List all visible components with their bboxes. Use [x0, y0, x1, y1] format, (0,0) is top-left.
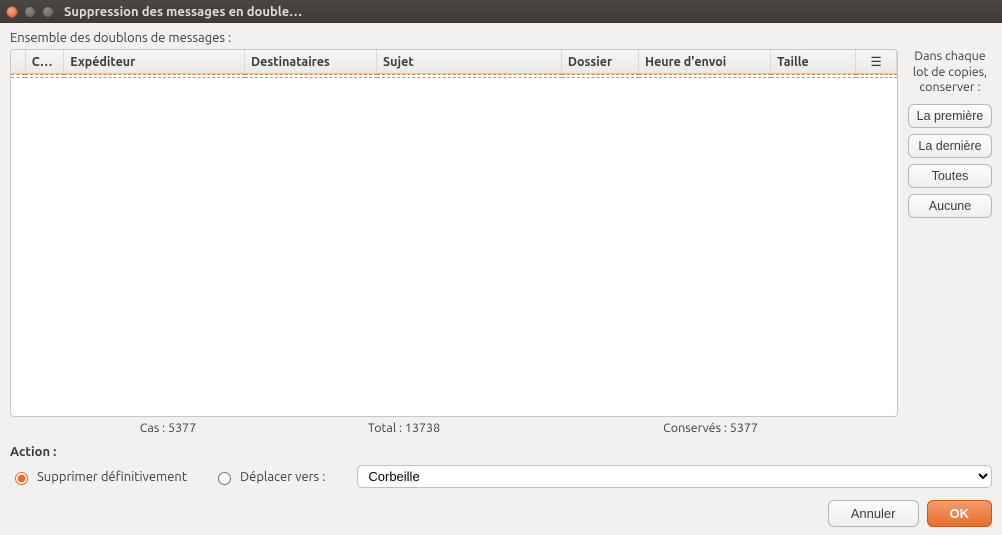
stats-conserves: Conservés : 5377 [522, 421, 858, 435]
side-panel: Dans chaque lot de copies, conserver : L… [908, 49, 992, 435]
action-label: Action : [10, 445, 992, 465]
radio-delete[interactable]: Supprimer définitivement [10, 469, 187, 485]
ok-button[interactable]: OK [927, 500, 993, 527]
close-icon[interactable] [6, 6, 18, 18]
window-buttons [6, 6, 54, 18]
stats-cas: Cas : 5377 [50, 421, 286, 435]
radio-delete-input[interactable] [15, 472, 28, 485]
table-header-row: C… Expéditeur Destinataires Sujet Dossie… [11, 50, 897, 74]
col-time[interactable]: Heure d'envoi [639, 50, 771, 74]
col-folder[interactable]: Dossier [561, 50, 638, 74]
col-sender[interactable]: Expéditeur [64, 50, 245, 74]
radio-move-input[interactable] [218, 472, 231, 485]
col-size[interactable]: Taille [771, 50, 856, 74]
keep-last-button[interactable]: La dernière [908, 134, 992, 158]
titlebar: Suppression des messages en double… [0, 0, 1002, 23]
stats-row: Cas : 5377 Total : 13738 Conservés : 537… [10, 417, 898, 435]
stats-total: Total : 13738 [286, 421, 522, 435]
col-menu-icon[interactable]: ☰ [856, 50, 897, 74]
maximize-icon[interactable] [42, 6, 54, 18]
selected-group-marker [11, 75, 897, 78]
minimize-icon[interactable] [24, 6, 36, 18]
duplicates-label: Ensemble des doublons de messages : [10, 29, 992, 49]
folder-select[interactable]: Corbeille [357, 465, 992, 488]
keep-all-button[interactable]: Toutes [908, 164, 992, 188]
col-caret[interactable] [11, 50, 25, 74]
table-body-scroll[interactable] [11, 74, 897, 416]
side-label: Dans chaque lot de copies, conserver : [908, 49, 992, 96]
keep-first-button[interactable]: La première [908, 104, 992, 128]
window-title: Suppression des messages en double… [64, 5, 302, 19]
keep-none-button[interactable]: Aucune [908, 194, 992, 218]
radio-move[interactable]: Déplacer vers : [213, 469, 325, 485]
cancel-button[interactable]: Annuler [828, 500, 919, 527]
col-recipients[interactable]: Destinataires [245, 50, 377, 74]
col-check[interactable]: C… [25, 50, 64, 74]
col-subject[interactable]: Sujet [377, 50, 562, 74]
